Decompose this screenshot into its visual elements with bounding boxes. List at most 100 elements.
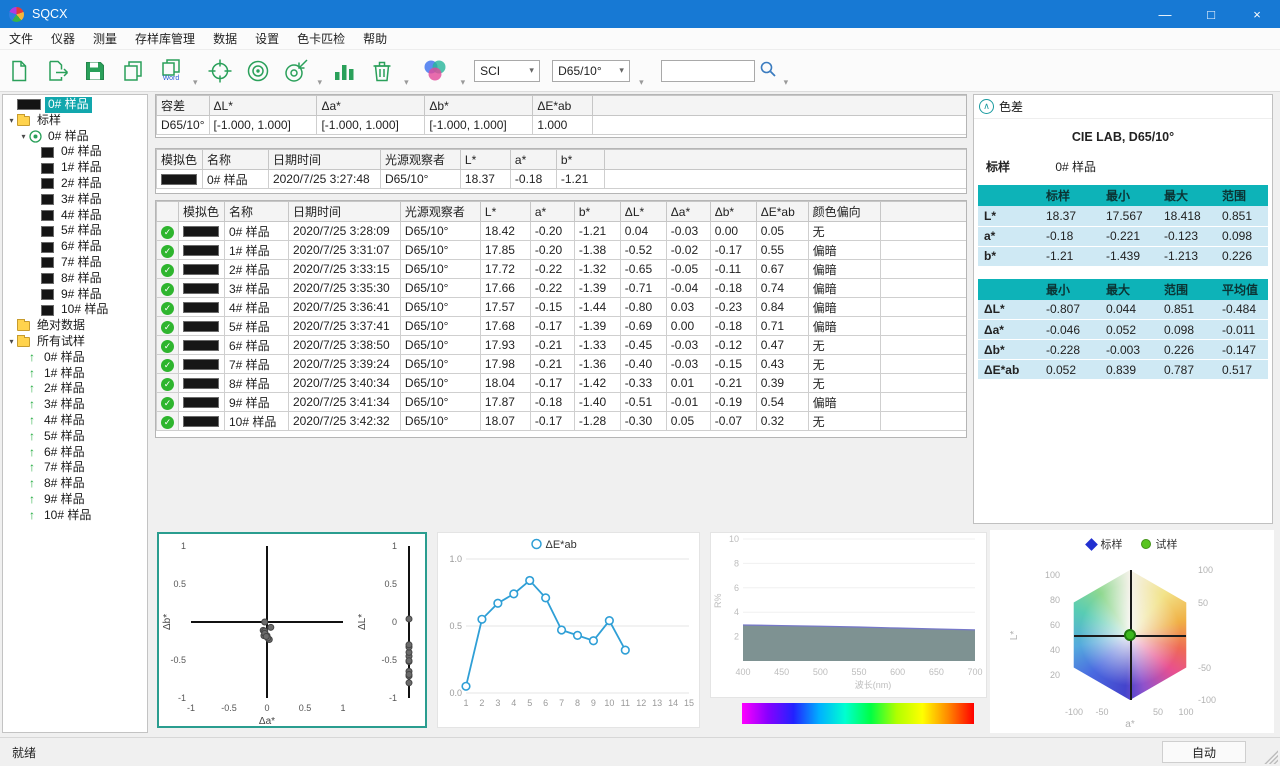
tree-item[interactable]: ↑9# 样品: [3, 492, 147, 508]
column-header[interactable]: 模拟色: [179, 202, 225, 222]
target-button[interactable]: [241, 53, 275, 89]
column-header[interactable]: Δb*: [710, 202, 756, 222]
menu-item[interactable]: 帮助: [354, 28, 396, 49]
column-header[interactable]: ΔL*: [620, 202, 666, 222]
export-button[interactable]: [40, 53, 74, 89]
tree-item[interactable]: 8# 样品: [3, 271, 147, 287]
tree-item[interactable]: 0# 样品: [3, 144, 147, 160]
tree-item[interactable]: ↑3# 样品: [3, 397, 147, 413]
tree-item[interactable]: ↑10# 样品: [3, 508, 147, 524]
sample-row[interactable]: ✓6# 样品2020/7/25 3:38:50D65/10°17.93-0.21…: [157, 336, 967, 355]
tree-item[interactable]: ↑5# 样品: [3, 429, 147, 445]
tree-item[interactable]: ↑1# 样品: [3, 366, 147, 382]
menu-item[interactable]: 数据: [204, 28, 246, 49]
menu-item[interactable]: 文件: [0, 28, 42, 49]
tree-item[interactable]: 5# 样品: [3, 223, 147, 239]
menu-item[interactable]: 设置: [246, 28, 288, 49]
sample-row[interactable]: ✓9# 样品2020/7/25 3:41:34D65/10°17.87-0.18…: [157, 393, 967, 412]
export-word-button[interactable]: Word: [154, 53, 188, 89]
column-header[interactable]: 光源观察者: [400, 202, 480, 222]
tree-item[interactable]: 2# 样品: [3, 176, 147, 192]
tree-item[interactable]: ↑7# 样品: [3, 460, 147, 476]
column-header[interactable]: L*: [480, 202, 530, 222]
tree-item[interactable]: 7# 样品: [3, 255, 147, 271]
column-header[interactable]: L*: [460, 150, 510, 170]
save-button[interactable]: [78, 53, 112, 89]
tree-item[interactable]: 6# 样品: [3, 239, 147, 255]
column-header[interactable]: 名称: [202, 150, 268, 170]
tree-item-current-sample[interactable]: 0# 样品: [3, 97, 147, 113]
sample-row[interactable]: ✓8# 样品2020/7/25 3:40:34D65/10°18.04-0.17…: [157, 374, 967, 393]
column-header[interactable]: 日期时间: [288, 202, 400, 222]
maximize-button[interactable]: □: [1188, 0, 1234, 28]
column-header[interactable]: ΔE*ab: [756, 202, 808, 222]
copy-button[interactable]: [116, 53, 150, 89]
new-document-button[interactable]: [2, 53, 36, 89]
tree-item[interactable]: 1# 样品: [3, 160, 147, 176]
tree-item[interactable]: 3# 样品: [3, 192, 147, 208]
search-icon[interactable]: [759, 60, 777, 81]
expander-icon[interactable]: ▾: [6, 113, 17, 129]
column-header[interactable]: a*: [530, 202, 574, 222]
search-input[interactable]: [661, 60, 755, 82]
menu-item[interactable]: 仪器: [42, 28, 84, 49]
resize-grip[interactable]: [1263, 749, 1278, 764]
tree-folder-samples[interactable]: ▾所有试样: [3, 334, 147, 350]
sample-row[interactable]: ✓1# 样品2020/7/25 3:31:07D65/10°17.85-0.20…: [157, 241, 967, 260]
chevron-down-icon[interactable]: ▾: [318, 77, 323, 88]
minimize-button[interactable]: —: [1142, 0, 1188, 28]
chevron-down-icon[interactable]: ▾: [461, 77, 466, 88]
column-header[interactable]: ΔE*ab: [533, 96, 593, 116]
tree-item[interactable]: 4# 样品: [3, 208, 147, 224]
sample-row[interactable]: ✓3# 样品2020/7/25 3:35:30D65/10°17.66-0.22…: [157, 279, 967, 298]
menu-item[interactable]: 存样库管理: [126, 28, 204, 49]
chevron-down-icon[interactable]: ▾: [639, 77, 644, 88]
sample-row[interactable]: ✓5# 样品2020/7/25 3:37:41D65/10°17.68-0.17…: [157, 317, 967, 336]
measure-standard-button[interactable]: [279, 53, 313, 89]
chart-button[interactable]: [327, 53, 361, 89]
expander-icon[interactable]: ▾: [18, 129, 29, 145]
menu-item[interactable]: 色卡匹检: [288, 28, 354, 49]
tree-item[interactable]: 10# 样品: [3, 302, 147, 318]
column-header[interactable]: 颜色偏向: [808, 202, 880, 222]
toolbar-overflow-icon[interactable]: ▾: [784, 77, 789, 88]
sample-row[interactable]: ✓2# 样品2020/7/25 3:33:15D65/10°17.72-0.22…: [157, 260, 967, 279]
tree-item[interactable]: ↑8# 样品: [3, 476, 147, 492]
collapse-panel-button[interactable]: ∧: [979, 99, 994, 114]
delete-button[interactable]: [365, 53, 399, 89]
column-header[interactable]: Δa*: [666, 202, 710, 222]
tree-item[interactable]: 9# 样品: [3, 287, 147, 303]
tree-folder-standard[interactable]: ▾标样: [3, 113, 147, 129]
sample-row[interactable]: ✓10# 样品2020/7/25 3:42:32D65/10°18.07-0.1…: [157, 412, 967, 431]
column-header[interactable]: a*: [510, 150, 556, 170]
calibration-button[interactable]: [203, 53, 237, 89]
column-header[interactable]: 日期时间: [268, 150, 380, 170]
close-button[interactable]: ×: [1234, 0, 1280, 28]
chevron-down-icon[interactable]: ▾: [193, 77, 198, 88]
column-header[interactable]: Δb*: [425, 96, 533, 116]
expander-icon[interactable]: ▾: [6, 334, 17, 350]
sample-row[interactable]: ✓0# 样品2020/7/25 3:28:09D65/10°18.42-0.20…: [157, 222, 967, 241]
column-header[interactable]: [880, 202, 966, 222]
chevron-down-icon[interactable]: ▾: [404, 77, 409, 88]
tree-item[interactable]: ↑2# 样品: [3, 381, 147, 397]
tree-item[interactable]: ↑4# 样品: [3, 413, 147, 429]
mode-select[interactable]: SCI ▾: [474, 60, 540, 82]
column-header[interactable]: b*: [574, 202, 620, 222]
column-header[interactable]: Δa*: [317, 96, 425, 116]
column-header[interactable]: [604, 150, 966, 170]
column-header[interactable]: [593, 96, 966, 116]
sample-row[interactable]: ✓4# 样品2020/7/25 3:36:41D65/10°17.57-0.15…: [157, 298, 967, 317]
tree-folder-absolute[interactable]: 绝对数据: [3, 318, 147, 334]
column-header[interactable]: 容差: [157, 96, 210, 116]
tree-item-standard[interactable]: ▾0# 样品: [3, 129, 147, 145]
column-header[interactable]: 模拟色: [157, 150, 203, 170]
column-header[interactable]: 名称: [224, 202, 288, 222]
tree-item[interactable]: ↑0# 样品: [3, 350, 147, 366]
sample-row[interactable]: ✓7# 样品2020/7/25 3:39:24D65/10°17.98-0.21…: [157, 355, 967, 374]
standard-row[interactable]: 0# 样品2020/7/25 3:27:48D65/10°18.37-0.18-…: [157, 170, 967, 189]
column-header[interactable]: 光源观察者: [380, 150, 460, 170]
simulate-color-button[interactable]: [414, 53, 456, 89]
tree-item[interactable]: ↑6# 样品: [3, 445, 147, 461]
illuminant-select[interactable]: D65/10° ▾: [552, 60, 630, 82]
